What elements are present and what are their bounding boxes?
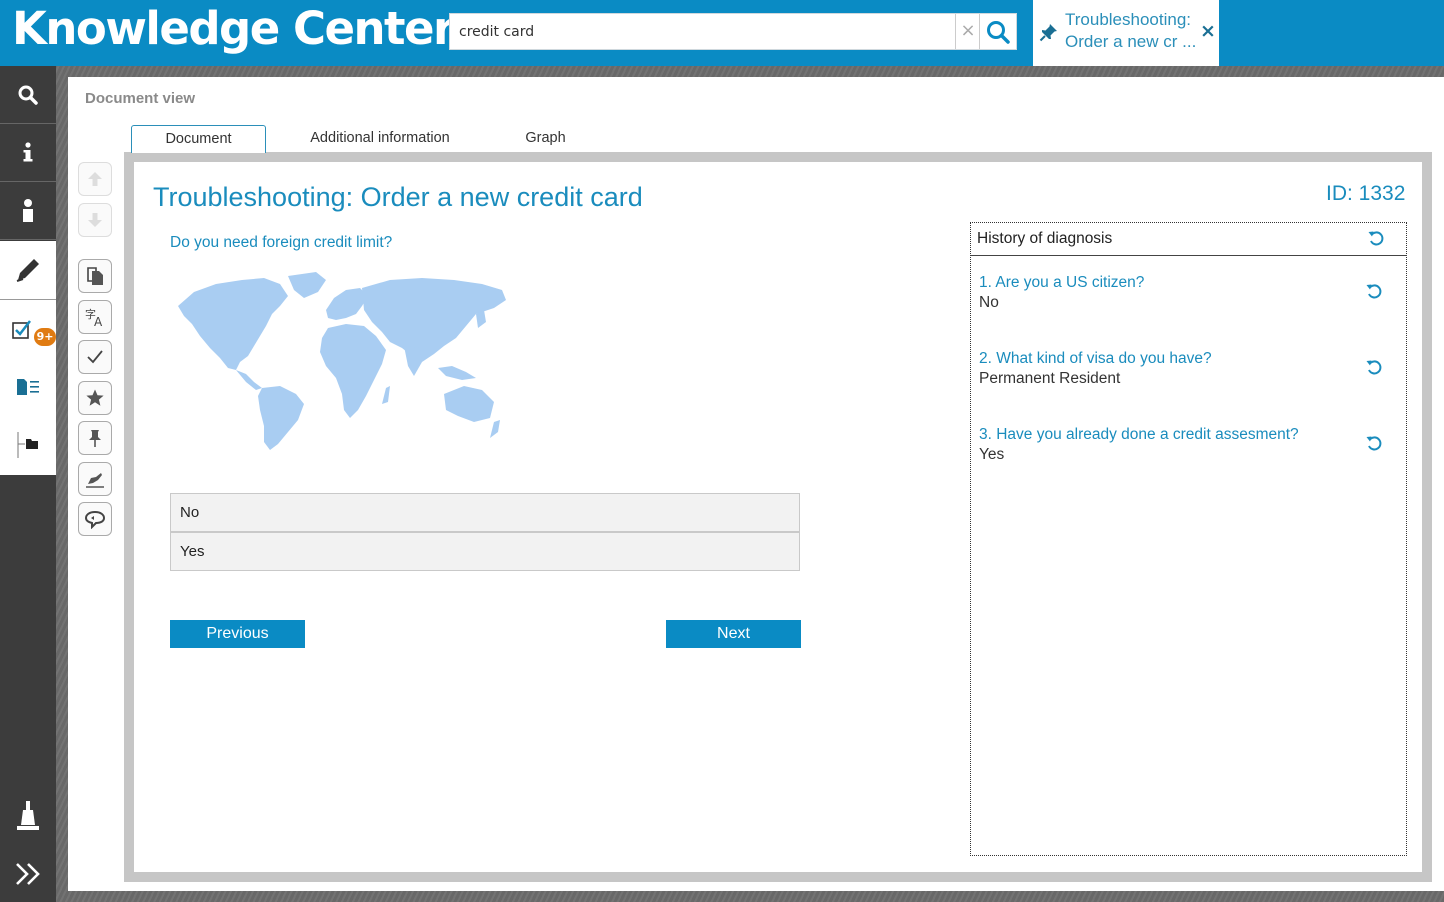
search-icon bbox=[987, 21, 1010, 44]
app-title: Knowledge Center bbox=[12, 2, 455, 55]
clear-search-button[interactable]: × bbox=[955, 14, 980, 49]
pin-document-button[interactable] bbox=[78, 421, 112, 455]
revert-step-icon[interactable] bbox=[1365, 282, 1383, 300]
pencil-icon bbox=[16, 259, 39, 282]
feedback-button[interactable] bbox=[78, 462, 112, 496]
rail-alerts-button[interactable] bbox=[0, 786, 56, 846]
info-icon bbox=[23, 141, 33, 161]
favorite-button[interactable] bbox=[78, 381, 112, 415]
speech-bubble-icon bbox=[84, 510, 106, 529]
view-label: Document view bbox=[85, 90, 196, 107]
history-answer: Permanent Resident bbox=[979, 370, 1121, 387]
history-question: 2. What kind of visa do you have? bbox=[979, 350, 1212, 367]
copy-document-icon bbox=[87, 267, 103, 285]
top-bar: Knowledge Center × Troubleshooting: Orde… bbox=[0, 0, 1444, 66]
next-button[interactable]: Next bbox=[666, 620, 801, 648]
rail-user-button[interactable] bbox=[0, 182, 56, 240]
search-input[interactable] bbox=[450, 14, 955, 49]
tab-additional-information[interactable]: Additional information bbox=[290, 125, 470, 152]
history-title: History of diagnosis bbox=[977, 230, 1113, 247]
revert-step-icon[interactable] bbox=[1365, 434, 1383, 452]
user-icon bbox=[23, 198, 33, 222]
tasks-count-badge: 9+ bbox=[34, 328, 56, 346]
previous-button[interactable]: Previous bbox=[170, 620, 305, 648]
current-question: Do you need foreign credit limit? bbox=[170, 234, 393, 251]
document-title: Troubleshooting: Order a new credit card bbox=[153, 182, 643, 212]
reset-history-icon[interactable] bbox=[1367, 229, 1385, 247]
history-panel: History of diagnosis 1. Are you a US cit… bbox=[970, 222, 1407, 856]
revert-step-icon[interactable] bbox=[1365, 358, 1383, 376]
close-tab-button[interactable]: × bbox=[1199, 20, 1217, 42]
search-button[interactable] bbox=[979, 14, 1017, 49]
svg-text:A: A bbox=[94, 315, 103, 328]
checklist-icon bbox=[12, 319, 31, 339]
answer-option-no[interactable]: No bbox=[170, 493, 800, 532]
star-icon bbox=[86, 389, 104, 406]
translate-button[interactable]: 字A bbox=[78, 300, 112, 334]
rail-folders-button[interactable] bbox=[0, 416, 56, 473]
history-answer: Yes bbox=[979, 446, 1005, 463]
history-item[interactable]: 3. Have you already done a credit assesm… bbox=[979, 425, 1399, 465]
tab-document[interactable]: Document bbox=[131, 125, 266, 153]
hand-pen-icon bbox=[86, 473, 104, 488]
rail-info-button[interactable] bbox=[0, 124, 56, 182]
move-down-button[interactable] bbox=[78, 203, 112, 237]
approve-button[interactable] bbox=[78, 340, 112, 374]
checkmark-icon bbox=[87, 350, 103, 364]
document-list-icon bbox=[17, 378, 39, 395]
pinned-tab-title: Troubleshooting: Order a new cr ... bbox=[1065, 10, 1197, 51]
history-question: 1. Are you a US citizen? bbox=[979, 274, 1145, 291]
beacon-icon bbox=[17, 801, 39, 830]
history-answer: No bbox=[979, 294, 999, 311]
history-item[interactable]: 2. What kind of visa do you have? Perman… bbox=[979, 349, 1399, 389]
rail-search-button[interactable] bbox=[0, 66, 56, 124]
copy-document-button[interactable] bbox=[78, 259, 112, 293]
world-map-image bbox=[178, 272, 506, 450]
search-box: × bbox=[449, 13, 1017, 50]
history-question: 3. Have you already done a credit assesm… bbox=[979, 426, 1299, 443]
pinned-document-tab[interactable]: Troubleshooting: Order a new cr ... × bbox=[1033, 0, 1219, 66]
rail-expand-button[interactable] bbox=[0, 846, 56, 902]
document-id: ID: 1332 bbox=[1326, 182, 1406, 205]
answer-option-yes[interactable]: Yes bbox=[170, 532, 800, 571]
tab-graph[interactable]: Graph bbox=[508, 125, 583, 152]
arrow-up-icon bbox=[88, 172, 102, 186]
arrow-down-icon bbox=[88, 213, 102, 227]
folder-tree-icon bbox=[17, 431, 38, 458]
pin-icon[interactable] bbox=[1039, 22, 1059, 42]
comments-button[interactable] bbox=[78, 502, 112, 536]
rail-edit-button[interactable] bbox=[0, 241, 56, 300]
double-chevron-right-icon bbox=[16, 863, 40, 885]
history-item[interactable]: 1. Are you a US citizen? No bbox=[979, 273, 1399, 313]
translate-icon: 字A bbox=[85, 307, 103, 328]
pin-icon bbox=[89, 430, 101, 447]
rail-documents-button[interactable] bbox=[0, 358, 56, 415]
left-rail: 9+ bbox=[0, 66, 56, 902]
search-icon bbox=[18, 85, 38, 105]
move-up-button[interactable] bbox=[78, 162, 112, 196]
history-header: History of diagnosis bbox=[971, 223, 1406, 256]
